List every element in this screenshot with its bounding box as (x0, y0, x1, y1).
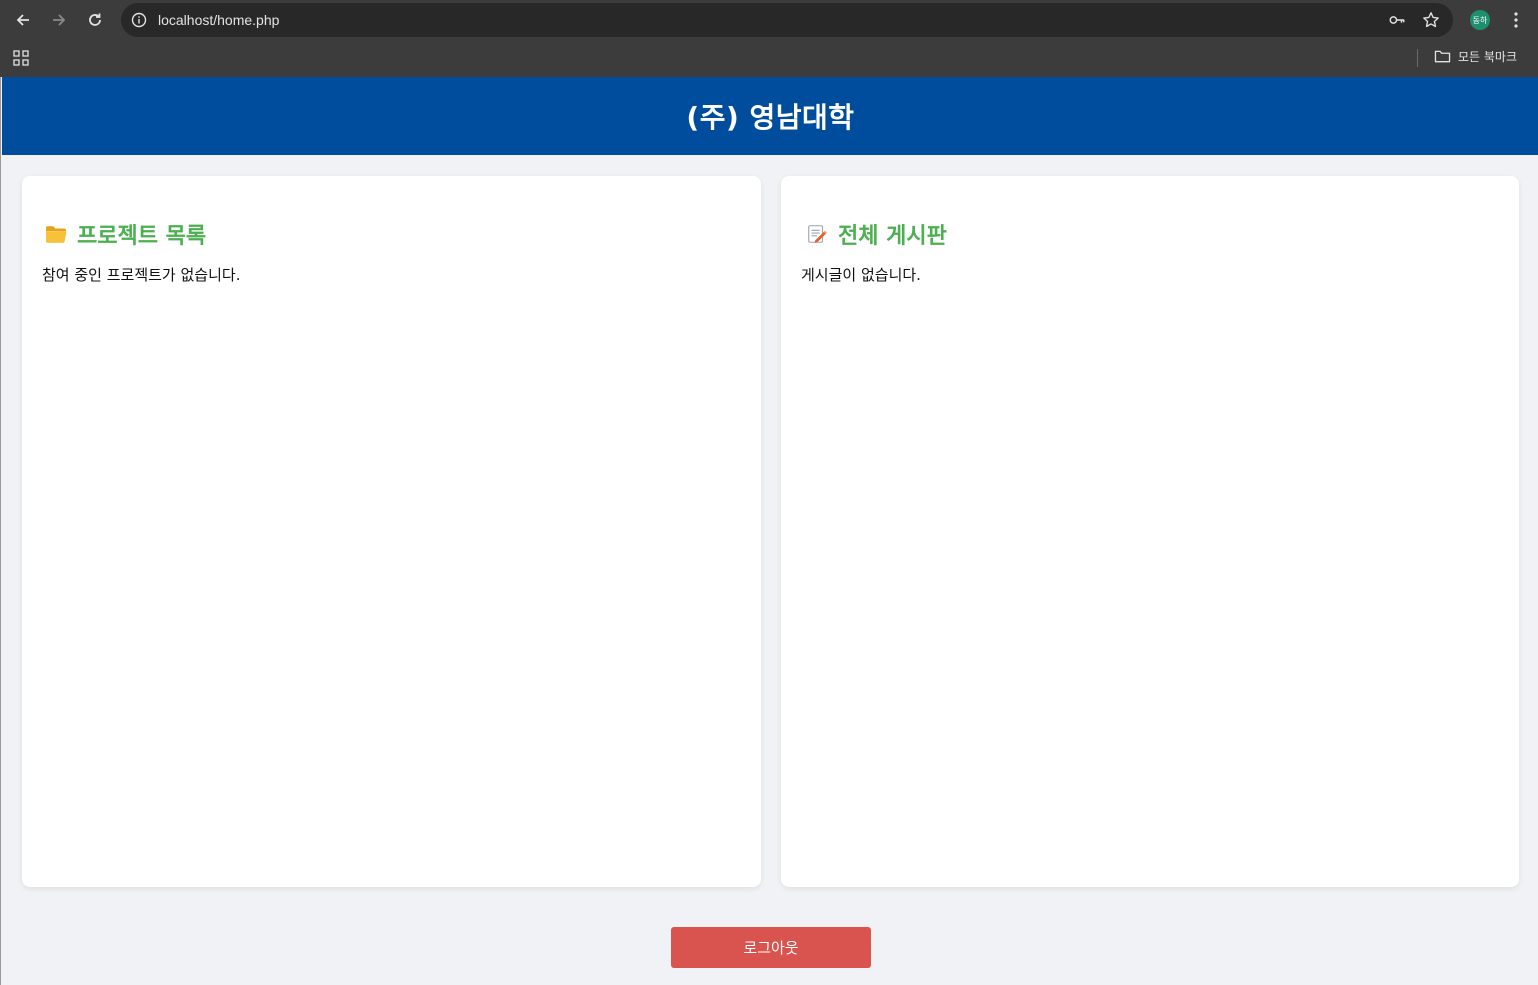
bookmarks-bar: 모든 북마크 (0, 40, 1538, 77)
address-bar[interactable]: localhost/home.php (121, 3, 1453, 37)
page-viewport: (주) 영남대학 프로젝트 목록 참여 중인 프로젝트가 없습니다. 전체 게시… (0, 77, 1538, 985)
bookmarks-divider (1417, 49, 1418, 67)
board-empty-message: 게시글이 없습니다. (801, 266, 921, 284)
url-text[interactable]: localhost/home.php (158, 12, 279, 28)
profile-avatar[interactable]: 동하 (1470, 10, 1490, 30)
board-heading-text: 전체 게시판 (838, 224, 947, 249)
projects-empty-message: 참여 중인 프로젝트가 없습니다. (42, 266, 241, 284)
folder-outline-icon (1434, 50, 1451, 63)
logout-button[interactable]: 로그아웃 (671, 927, 871, 968)
board-panel: 전체 게시판 게시글이 없습니다. (781, 176, 1519, 887)
reload-icon[interactable] (81, 6, 109, 34)
all-bookmarks-button[interactable]: 모든 북마크 (1434, 48, 1517, 65)
site-header: (주) 영남대학 (2, 77, 1538, 155)
star-icon[interactable] (1421, 10, 1441, 30)
projects-panel: 프로젝트 목록 참여 중인 프로젝트가 없습니다. (22, 176, 761, 887)
browser-toolbar: localhost/home.php 동하 (0, 0, 1538, 40)
board-heading: 전체 게시판 (805, 218, 947, 250)
more-vert-icon[interactable] (1506, 9, 1526, 31)
projects-heading-text: 프로젝트 목록 (77, 224, 207, 249)
forward-arrow-icon[interactable] (45, 6, 73, 34)
memo-icon (805, 222, 829, 246)
projects-heading: 프로젝트 목록 (44, 218, 206, 250)
back-arrow-icon[interactable] (9, 6, 37, 34)
site-info-icon[interactable] (129, 10, 149, 30)
key-icon[interactable] (1387, 10, 1407, 30)
apps-grid-icon[interactable] (13, 50, 29, 66)
folder-icon (44, 222, 68, 246)
all-bookmarks-label: 모든 북마크 (1458, 50, 1518, 64)
site-title: (주) 영남대학 (686, 101, 855, 134)
